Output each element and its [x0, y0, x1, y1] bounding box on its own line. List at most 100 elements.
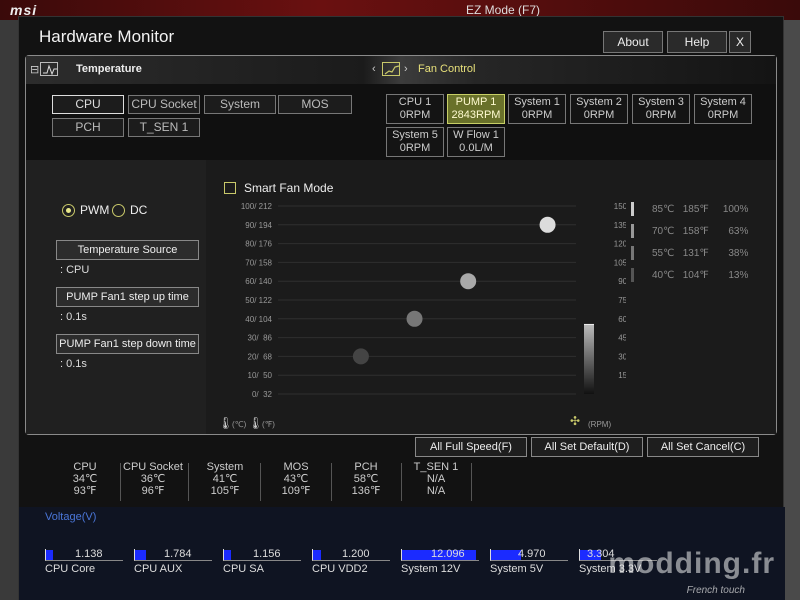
legend-fahrenheit: 185℉ — [682, 204, 709, 215]
fan-name: W Flow 1 — [453, 129, 499, 141]
temp-cpu-socket: CPU Socket 36℃ 96℉ — [122, 461, 184, 497]
step-up-time-value: : 0.1s — [60, 311, 87, 323]
step-up-time-button[interactable]: PUMP Fan1 step up time — [56, 287, 199, 307]
voltage-value: 12.096 — [431, 548, 465, 560]
divider — [471, 463, 472, 501]
graph-y-axis-left: 100/ 212 90/ 194 80/ 176 70/ 158 60/ 140 50/ … — [241, 202, 273, 399]
chevron-left-icon: ⊟ — [30, 64, 40, 76]
fan-system3-button[interactable]: System 3 0RPM — [632, 94, 690, 124]
temp-celsius: 58℃ — [353, 473, 379, 485]
ez-mode-link[interactable]: EZ Mode (F7) — [466, 3, 540, 17]
y-left-tick: 70/ 158 — [245, 258, 272, 267]
pwm-radio[interactable] — [62, 204, 75, 217]
fan-graph-icon[interactable] — [382, 62, 400, 76]
fan-speed: 2843RPM — [451, 109, 501, 121]
dc-label: DC — [130, 203, 148, 217]
tab-bar: ⊟ Temperature ‹ › Fan Control — [26, 56, 776, 84]
source-mos-button[interactable]: MOS — [278, 95, 352, 114]
temp-celsius: 36℃ — [140, 473, 166, 485]
temp-fahrenheit: 105℉ — [210, 485, 240, 497]
y-left-tick: 30/ 86 — [248, 334, 273, 343]
smart-fan-checkbox[interactable] — [224, 182, 236, 194]
fan-system2-button[interactable]: System 2 0RPM — [570, 94, 628, 124]
y-right-tick: 7500 — [618, 296, 626, 305]
fan-name: System 5 — [392, 129, 438, 141]
divider — [188, 463, 189, 501]
temp-name: T_SEN 1 — [413, 461, 459, 473]
voltage-bar-2: 1.156 — [223, 548, 301, 561]
fan-wflow1-button[interactable]: W Flow 1 0.0L/M — [447, 127, 505, 157]
legend-row-1: 85℃ 185℉ 100% — [652, 204, 748, 215]
source-pch-button[interactable]: PCH — [52, 118, 124, 137]
chevron-right-icon[interactable]: › — [404, 63, 408, 75]
temp-fahrenheit: 93℉ — [73, 485, 97, 497]
fan-pump1-button[interactable]: PUMP 1 2843RPM — [447, 94, 505, 124]
y-left-tick: 40/ 104 — [245, 315, 272, 324]
temp-fahrenheit: N/A — [426, 485, 446, 497]
voltage-value: 4.970 — [518, 548, 546, 560]
voltage-bar-3: 1.200 — [312, 548, 390, 561]
all-full-speed-button[interactable]: All Full Speed(F) — [415, 437, 527, 457]
fan-speed: 0RPM — [399, 109, 431, 121]
source-tsen1-button[interactable]: T_SEN 1 — [128, 118, 200, 137]
voltage-title: Voltage(V) — [45, 511, 97, 523]
curve-point-4[interactable] — [352, 348, 369, 365]
source-system-button[interactable]: System — [204, 95, 276, 114]
about-button[interactable]: About — [603, 31, 663, 53]
tab-fan-control[interactable]: Fan Control — [418, 63, 475, 75]
fan-speed: 0RPM — [399, 142, 431, 154]
fan-name: System 1 — [514, 96, 560, 108]
help-button[interactable]: Help — [667, 31, 727, 53]
temp-celsius: 34℃ — [72, 473, 98, 485]
legend-percent: 100% — [722, 204, 749, 215]
y-right-tick: 1500 — [618, 371, 626, 380]
fan-speed: 0RPM — [521, 109, 553, 121]
y-right-tick: 12000 — [614, 240, 626, 249]
voltage-value: 1.200 — [342, 548, 370, 560]
voltage-fill — [224, 550, 231, 560]
rpm-gauge-bar — [584, 324, 594, 394]
fan-settings-area: PWM DC Temperature Source : CPU PUMP Fan… — [26, 160, 776, 434]
divider — [260, 463, 261, 501]
voltage-panel: Voltage(V) 1.138 CPU Core 1.784 CPU AUX 1.15… — [19, 507, 785, 600]
fan-name: System 3 — [638, 96, 684, 108]
graph-grid — [278, 205, 576, 395]
voltage-name: CPU AUX — [134, 563, 183, 575]
temp-tsen1: T_SEN 1 N/A N/A — [405, 461, 467, 497]
legend-percent: 38% — [728, 248, 749, 259]
fan-curve-points[interactable] — [352, 216, 556, 365]
temp-celsius: 43℃ — [283, 473, 309, 485]
y-left-tick: 60/ 140 — [245, 277, 272, 286]
curve-point-1[interactable] — [539, 216, 556, 233]
y-left-tick: 80/ 176 — [245, 240, 272, 249]
fan-system4-button[interactable]: System 4 0RPM — [694, 94, 752, 124]
fan-name: System 2 — [576, 96, 622, 108]
y-right-tick: 13500 — [614, 221, 626, 230]
fahrenheit-unit-label: (℉) — [262, 420, 275, 429]
voltage-fill — [491, 550, 521, 560]
source-cpu-socket-button[interactable]: CPU Socket — [128, 95, 200, 114]
curve-point-3[interactable] — [406, 310, 423, 327]
y-right-tick: 6000 — [618, 315, 626, 324]
all-set-default-button[interactable]: All Set Default(D) — [531, 437, 643, 457]
fan-cpu1-button[interactable]: CPU 1 0RPM — [386, 94, 444, 124]
fan-speed: 0RPM — [707, 109, 739, 121]
y-left-tick: 20/ 68 — [248, 352, 273, 361]
source-cpu-button[interactable]: CPU — [52, 95, 124, 114]
fan-system1-button[interactable]: System 1 0RPM — [508, 94, 566, 124]
chevron-left-icon[interactable]: ‹ — [372, 63, 376, 75]
curve-point-2[interactable] — [460, 273, 477, 290]
fan-curve-graph[interactable]: 100/ 212 90/ 194 80/ 176 70/ 158 60/ 140 50/ … — [216, 196, 626, 416]
y-left-tick: 50/ 122 — [245, 296, 272, 305]
y-right-tick: 9000 — [618, 277, 626, 286]
step-down-time-button[interactable]: PUMP Fan1 step down time — [56, 334, 199, 354]
close-button[interactable]: X — [729, 31, 751, 53]
temperature-source-button[interactable]: Temperature Source — [56, 240, 199, 260]
all-set-cancel-button[interactable]: All Set Cancel(C) — [647, 437, 759, 457]
divider — [401, 463, 402, 501]
fan-system5-button[interactable]: System 5 0RPM — [386, 127, 444, 157]
fan-name: CPU 1 — [398, 96, 432, 108]
tab-temperature[interactable]: Temperature — [76, 63, 142, 75]
dc-radio[interactable] — [112, 204, 125, 217]
voltage-name: CPU VDD2 — [312, 563, 368, 575]
